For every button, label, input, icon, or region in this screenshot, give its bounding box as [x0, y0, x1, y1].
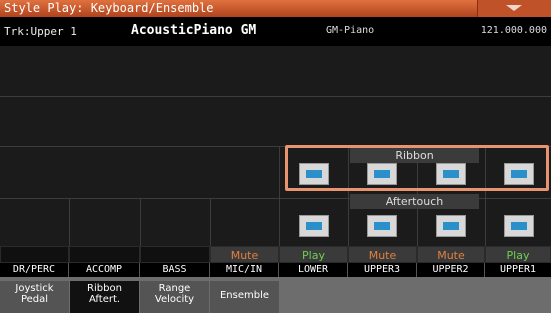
- tab-label: Range: [158, 283, 191, 294]
- program-number: 121.000.000: [480, 25, 547, 36]
- status-upper3[interactable]: Mute: [348, 246, 417, 263]
- sound-bank: GM-Piano: [326, 25, 375, 36]
- aftertouch-switch-upper2[interactable]: [436, 215, 466, 237]
- switch-led: [443, 222, 459, 230]
- tab-label: Joystick: [15, 283, 54, 294]
- title-bar: Style Play: Keyboard/Ensemble: [0, 0, 551, 17]
- aftertouch-section-label: Aftertouch: [350, 194, 479, 209]
- aftertouch-switch-lower[interactable]: [299, 215, 329, 237]
- status-drperc[interactable]: [0, 246, 69, 263]
- tab-label: Velocity: [154, 294, 195, 305]
- switch-led: [511, 222, 527, 230]
- tab-range-velocity[interactable]: Range Velocity: [140, 281, 210, 313]
- tab-label: Ribbon: [87, 283, 122, 294]
- sound-name[interactable]: AcousticPiano GM: [131, 23, 256, 38]
- tab-ribbon-aftert[interactable]: Ribbon Aftert.: [70, 281, 140, 313]
- track-status-row: Mute Play Mute Mute Play: [0, 246, 551, 263]
- page-title: Style Play: Keyboard/Ensemble: [4, 1, 214, 15]
- tab-joystick-pedal[interactable]: Joystick Pedal: [0, 281, 70, 313]
- track-name: LOWER: [279, 263, 348, 277]
- tab-label: Pedal: [20, 294, 49, 305]
- track-name: MIC/IN: [210, 263, 279, 277]
- track-name: UPPER1: [499, 264, 537, 275]
- status-bass[interactable]: [140, 246, 210, 263]
- status-lower[interactable]: Play: [279, 246, 348, 263]
- page-menu-button[interactable]: [477, 0, 551, 17]
- tab-label: Aftert.: [88, 294, 121, 305]
- grid-line: [279, 146, 280, 246]
- tab-ensemble[interactable]: Ensemble: [210, 281, 280, 313]
- tab-label: Ensemble: [219, 290, 270, 301]
- track-name: BASS: [140, 263, 210, 277]
- grid-line: [210, 198, 211, 246]
- chevron-down-icon: [506, 5, 522, 11]
- status-micin[interactable]: Mute: [210, 246, 279, 263]
- grid-line: [0, 96, 551, 97]
- track-name: ACCOMP: [69, 263, 140, 277]
- status-upper2[interactable]: Mute: [417, 246, 485, 263]
- switch-led: [374, 222, 390, 230]
- track-label: Trk:Upper 1: [4, 25, 77, 38]
- status-accomp[interactable]: [69, 246, 140, 263]
- track-name: UPPER3: [348, 263, 417, 277]
- aftertouch-switch-upper1[interactable]: [504, 215, 534, 237]
- grid-line: [140, 198, 141, 246]
- track-info-bar[interactable]: Trk:Upper 1 AcousticPiano GM GM-Piano 12…: [0, 17, 551, 46]
- page-tabs: Joystick Pedal Ribbon Aftert. Range Velo…: [0, 277, 551, 313]
- track-name: DR/PERC: [0, 263, 69, 277]
- status-upper1[interactable]: Play: [485, 246, 551, 263]
- track-names-row: DR/PERC ACCOMP BASS MIC/IN LOWER UPPER3 …: [0, 263, 551, 277]
- ribbon-highlight-frame: [285, 145, 549, 191]
- grid-line: [69, 198, 70, 246]
- aftertouch-switch-upper3[interactable]: [367, 215, 397, 237]
- track-name: UPPER2: [417, 263, 485, 277]
- switch-led: [306, 222, 322, 230]
